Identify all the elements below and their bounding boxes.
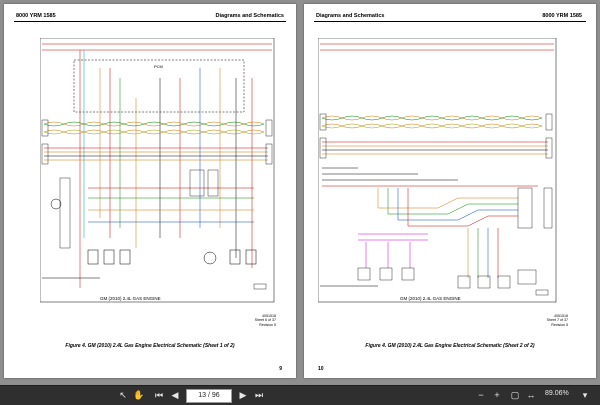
sheet-info: 4051518 Sheet 7 of 37 Revision 5: [547, 314, 568, 327]
page-header-left: 8000 YRM 1585: [16, 13, 56, 19]
figure-caption: Figure 4. GM (2010) 2.4L Gas Engine Elec…: [65, 343, 235, 349]
next-page-icon[interactable]: ▶: [236, 389, 250, 402]
sheet-info: 4051518 Sheet 6 of 37 Revision 5: [255, 314, 276, 327]
prev-page-icon[interactable]: ◀: [168, 389, 182, 402]
page-number: 9: [279, 366, 282, 372]
document-page-right: Diagrams and Schematics 8000 YRM 1585 GM…: [304, 4, 596, 378]
fit-width-icon[interactable]: ↔: [524, 389, 538, 402]
header-rule: [314, 21, 586, 22]
page-header-right: 8000 YRM 1585: [542, 13, 582, 19]
page-number: 10: [318, 366, 324, 372]
pcm-label: PCM: [154, 64, 163, 69]
document-page-left: 8000 YRM 1585 Diagrams and Schematics PC…: [4, 4, 296, 378]
wiring-schematic: [318, 38, 557, 303]
viewer-toolbar: ↖ ✋ ⏮ ◀ 13 / 96 ▶ ⏭ − + ▢ ↔ 89.06% ▾: [0, 385, 600, 405]
zoom-in-icon[interactable]: +: [490, 389, 504, 402]
page-header-left: Diagrams and Schematics: [316, 13, 385, 19]
zoom-out-icon[interactable]: −: [474, 389, 488, 402]
engine-label: GM (2010) 2.4L GAS ENGINE: [100, 296, 161, 301]
first-page-icon[interactable]: ⏮: [152, 389, 166, 402]
fit-page-icon[interactable]: ▢: [508, 389, 522, 402]
revision: Revision 5: [551, 322, 568, 327]
figure-caption: Figure 4. GM (2010) 2.4L Gas Engine Elec…: [365, 343, 535, 349]
cursor-icon[interactable]: ↖: [116, 389, 130, 402]
header-rule: [14, 21, 286, 22]
page-header-right: Diagrams and Schematics: [215, 13, 284, 19]
revision: Revision 5: [259, 322, 276, 327]
engine-label: GM (2010) 2.4L GAS ENGINE: [400, 296, 461, 301]
zoom-menu-icon[interactable]: ▾: [578, 389, 592, 402]
last-page-icon[interactable]: ⏭: [252, 389, 266, 402]
hand-icon[interactable]: ✋: [132, 389, 146, 402]
wiring-schematic: PCM: [40, 38, 275, 303]
page-number-input[interactable]: 13 / 96: [186, 389, 232, 403]
zoom-level[interactable]: 89.06%: [545, 390, 569, 397]
